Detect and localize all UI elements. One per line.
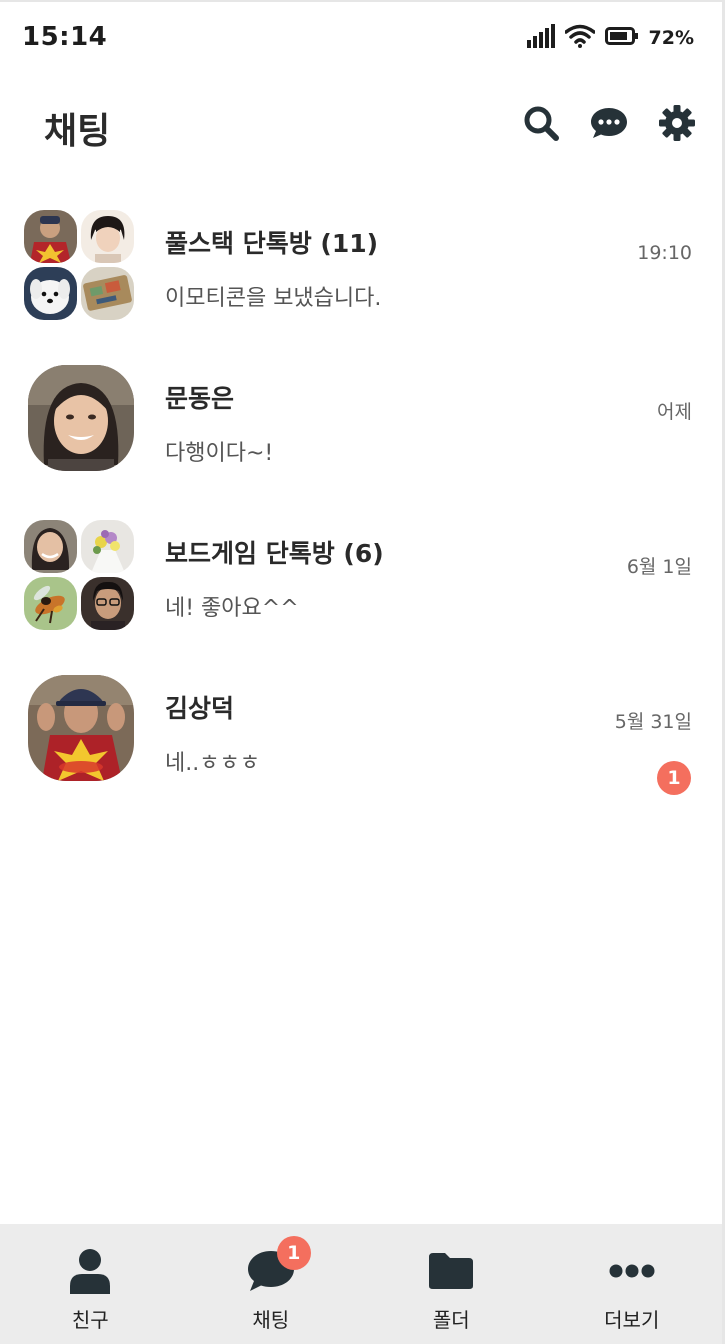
avatar <box>28 365 134 471</box>
person-icon <box>65 1246 115 1296</box>
search-button[interactable] <box>522 104 560 142</box>
nav-item-chats[interactable]: 1 채팅 <box>181 1224 362 1344</box>
unread-badge: 1 <box>657 761 691 795</box>
chat-screen: 15:14 72% 채팅 풀스택 단톡방 (11) 이모티콘을 보냈습니다. 1… <box>0 0 725 1344</box>
chat-list: 풀스택 단톡방 (11) 이모티콘을 보냈습니다. 19:10 문동은 다행이다… <box>0 202 722 822</box>
chat-time: 6월 1일 <box>626 556 692 578</box>
chat-time: 5월 31일 <box>614 711 692 733</box>
wifi-icon <box>563 24 596 52</box>
chat-name: 보드게임 단톡방 (6) <box>165 539 384 568</box>
more-icon <box>607 1246 657 1296</box>
chat-name: 풀스택 단톡방 (11) <box>165 229 379 258</box>
chat-time: 19:10 <box>637 242 692 264</box>
status-icons: 72% <box>526 24 694 52</box>
group-avatar <box>24 520 136 632</box>
folder-icon <box>426 1246 476 1296</box>
new-chat-button[interactable] <box>590 104 628 142</box>
chat-preview: 네! 좋아요^^ <box>165 596 299 621</box>
member-avatar <box>81 267 134 320</box>
nav-label: 친구 <box>71 1308 109 1332</box>
chat-preview: 다행이다~! <box>165 441 274 466</box>
chat-item[interactable]: 김상덕 네..ㅎㅎㅎ 5월 31일 1 <box>0 667 722 822</box>
chat-name: 김상덕 <box>165 694 235 723</box>
search-icon <box>524 106 559 141</box>
chat-item[interactable]: 문동은 다행이다~! 어제 <box>0 357 722 512</box>
chat-item[interactable]: 풀스택 단톡방 (11) 이모티콘을 보냈습니다. 19:10 <box>0 202 722 357</box>
member-avatar <box>81 577 134 630</box>
avatar <box>28 675 134 781</box>
settings-button[interactable] <box>658 104 696 142</box>
nav-badge: 1 <box>276 1236 311 1270</box>
chat-name: 문동은 <box>165 384 235 413</box>
new-chat-icon <box>591 108 627 138</box>
chat-preview: 네..ㅎㅎㅎ <box>165 751 260 776</box>
chat-time: 어제 <box>657 401 692 423</box>
nav-label: 폴더 <box>432 1308 470 1332</box>
page-title: 채팅 <box>44 111 111 152</box>
member-avatar <box>24 267 77 320</box>
battery-icon <box>604 26 639 50</box>
nav-label: 채팅 <box>252 1308 290 1332</box>
battery-percent: 72% <box>648 27 694 49</box>
bottom-nav: 친구 1 채팅 폴더 더보기 <box>0 1224 722 1344</box>
member-avatar <box>81 520 134 573</box>
status-time: 15:14 <box>22 22 108 52</box>
header-actions <box>522 104 696 142</box>
member-avatar <box>81 210 134 263</box>
member-avatar <box>24 520 77 573</box>
group-avatar <box>24 210 136 322</box>
signal-icon <box>526 24 555 52</box>
status-bar: 15:14 72% <box>0 2 722 74</box>
settings-icon <box>659 105 695 141</box>
nav-label: 더보기 <box>604 1308 660 1332</box>
nav-item-folder[interactable]: 폴더 <box>361 1224 542 1344</box>
nav-item-more[interactable]: 더보기 <box>542 1224 723 1344</box>
chat-item[interactable]: 보드게임 단톡방 (6) 네! 좋아요^^ 6월 1일 <box>0 512 722 667</box>
member-avatar <box>24 210 77 263</box>
member-avatar <box>24 577 77 630</box>
chat-preview: 이모티콘을 보냈습니다. <box>165 286 382 311</box>
header: 채팅 <box>0 82 722 172</box>
nav-item-friends[interactable]: 친구 <box>0 1224 181 1344</box>
